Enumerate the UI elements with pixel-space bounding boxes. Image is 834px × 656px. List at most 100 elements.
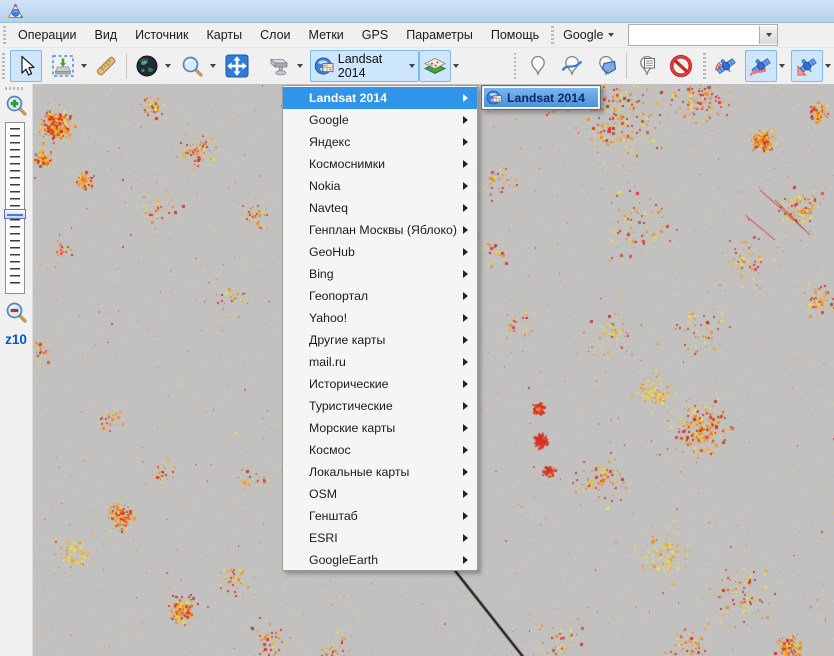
map-source-label: Landsat 2014 [338,52,405,80]
quick-source-button[interactable]: Google [557,25,620,45]
ruler-icon [94,54,118,78]
add-path-button[interactable] [556,50,588,82]
menu-view[interactable]: Вид [85,25,126,45]
placemark-manager-button[interactable] [631,50,663,82]
chevron-down-icon [210,64,216,68]
menu-item-label: Яндекс [309,135,350,149]
source-menu-item-genshtab[interactable]: Генштаб [283,505,477,527]
source-menu-item-yandex[interactable]: Яндекс [283,131,477,153]
zoom-out-button[interactable] [4,300,28,324]
menubar-gripper[interactable] [3,26,6,44]
submenu-arrow-icon [463,358,468,366]
submenu-arrow-icon [463,468,468,476]
menu-maps[interactable]: Карты [197,25,251,45]
menu-layers[interactable]: Слои [251,25,299,45]
add-placemark-button[interactable] [522,50,554,82]
layers-dropdown[interactable] [451,50,462,82]
dark-globe-icon [135,54,159,78]
source-menu-item-genplan-moscow[interactable]: Генплан Москвы (Яблоко) [283,219,477,241]
menu-item-label: Генплан Москвы (Яблоко) [309,223,457,237]
menu-marks[interactable]: Метки [300,25,353,45]
submenu-item-landsat-2014[interactable]: Landsat 2014 [483,87,599,108]
submenu-arrow-icon [463,336,468,344]
search-combobox[interactable] [628,24,778,46]
cursor-arrow-icon [14,54,38,78]
menu-item-label: Google [309,113,349,127]
gps-track-dropdown[interactable] [777,50,788,82]
menu-help[interactable]: Помощь [482,25,548,45]
cache-device-dropdown[interactable] [295,50,306,82]
source-menu-item-kosmosnimki[interactable]: Космоснимки [283,153,477,175]
menu-item-label: Геопортал [309,289,368,303]
cache-device-button[interactable] [263,50,295,82]
hide-marks-button[interactable] [665,50,697,82]
zoom-slider[interactable] [5,122,25,294]
zoom-tool-dropdown[interactable] [208,50,219,82]
source-menu-item-yahoo[interactable]: Yahoo! [283,307,477,329]
submenu-arrow-icon [463,182,468,190]
submenu-arrow-icon [463,138,468,146]
source-menu-item-esri[interactable]: ESRI [283,527,477,549]
submenu-arrow-icon [463,94,468,102]
source-menu-item-googleearth[interactable]: GoogleEarth [283,549,477,571]
source-menu-item-kosmos[interactable]: Космос [283,439,477,461]
source-menu-item-historical[interactable]: Исторические [283,373,477,395]
search-combobox-dropdown-button[interactable] [759,26,777,44]
source-menu-item-geoportal[interactable]: Геопортал [283,285,477,307]
selection-download-dropdown[interactable] [79,50,90,82]
source-menu-item-tourist[interactable]: Туристические [283,395,477,417]
submenu-arrow-icon [463,314,468,322]
menu-item-label: Космоснимки [309,157,385,171]
menu-item-label: ESRI [309,531,338,545]
source-menu-item-google[interactable]: Google [283,109,477,131]
add-polygon-button[interactable] [590,50,622,82]
source-menu-item-navteq[interactable]: Navteq [283,197,477,219]
pan-cursor-button[interactable] [10,50,42,82]
source-menu-item-marine-maps[interactable]: Морские карты [283,417,477,439]
fullscreen-button[interactable] [221,50,253,82]
fullscreen-icon [225,54,249,78]
gps-connect-button[interactable] [710,50,742,82]
menu-gps[interactable]: GPS [353,25,397,45]
search-toolbar-gripper[interactable] [551,26,554,44]
app-logo-icon [7,3,24,20]
gps-follow-button[interactable] [791,50,823,82]
magnifier-icon [180,54,204,78]
menu-item-label: Yahoo! [309,311,347,325]
zoom-sidebar: z10 [0,84,33,656]
menu-item-label: Локальные карты [309,465,409,479]
chevron-down-icon [453,64,459,68]
gps-toolbar-gripper[interactable] [703,53,706,79]
menu-item-label: Исторические [309,377,389,391]
source-menu-item-local-maps[interactable]: Локальные карты [283,461,477,483]
zoom-slider-handle[interactable] [4,209,26,219]
source-menu-item-geohub[interactable]: GeoHub [283,241,477,263]
source-menu-item-landsat-2014[interactable]: Landsat 2014 [283,87,477,109]
submenu-arrow-icon [463,226,468,234]
zoom-in-button[interactable] [4,93,28,117]
source-menu-item-other-maps[interactable]: Другие карты [283,329,477,351]
source-menu-item-mailru[interactable]: mail.ru [283,351,477,373]
marks-toolbar-gripper[interactable] [514,53,517,79]
zoom-sidebar-gripper[interactable] [5,87,25,90]
source-menu-item-nokia[interactable]: Nokia [283,175,477,197]
layers-button[interactable] [419,50,451,82]
gps-follow-dropdown[interactable] [823,50,834,82]
full-map-dropdown[interactable] [163,50,174,82]
globe-map-icon [314,54,335,78]
gps-satellite-area-icon [795,54,819,78]
menu-source[interactable]: Источник [126,25,197,45]
menu-operations[interactable]: Операции [9,25,85,45]
zoom-level-label: z10 [0,332,32,347]
gps-track-button[interactable] [745,50,777,82]
ruler-button[interactable] [90,50,122,82]
toolbar-gripper[interactable] [2,53,5,79]
source-menu-item-osm[interactable]: OSM [283,483,477,505]
map-source-button[interactable]: Landsat 2014 [310,50,419,82]
source-menu-item-bing[interactable]: Bing [283,263,477,285]
menu-item-label: OSM [309,487,337,501]
menu-parameters[interactable]: Параметры [397,25,482,45]
zoom-tool-button[interactable] [176,50,208,82]
full-map-button[interactable] [131,50,163,82]
selection-download-button[interactable] [47,50,79,82]
